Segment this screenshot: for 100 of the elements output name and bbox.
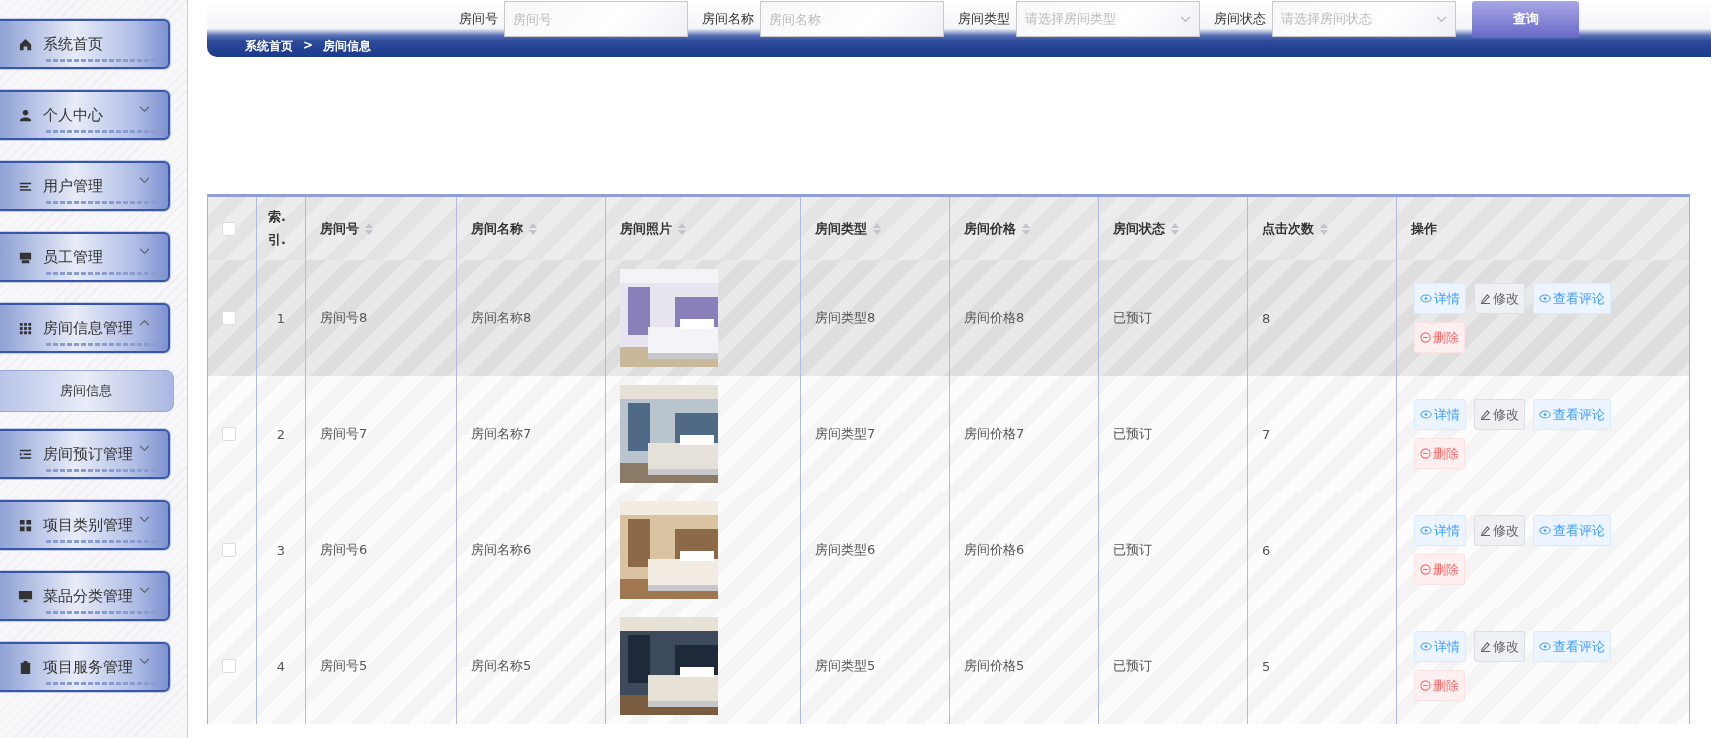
sidebar-menu-item[interactable]: 项目类别管理 — [0, 500, 170, 550]
table-cell: 8 — [1262, 310, 1271, 326]
minus-circle-icon — [1420, 564, 1431, 575]
table-cell: 房间号7 — [320, 425, 368, 443]
table-cell: 房间名称7 — [471, 425, 532, 443]
edit-button[interactable]: 修改 — [1474, 283, 1525, 314]
sort-icon[interactable] — [1320, 222, 1328, 235]
table-row[interactable]: 2 房间号7 房间名称7 房间类型7 房间价格7 已预订 7 详情 修改 查看评论 删除 — [208, 376, 1689, 492]
search-button[interactable]: 查询 — [1472, 0, 1579, 38]
eye-icon — [1539, 642, 1551, 651]
chevron-icon — [1436, 15, 1447, 23]
minus-circle-icon — [1420, 448, 1431, 459]
table-cell: 房间类型8 — [815, 309, 876, 327]
table-cell: 5 — [1262, 658, 1271, 674]
table-cell: 房间号6 — [320, 541, 368, 559]
chevron-icon — [139, 516, 150, 523]
table-cell: 已预订 — [1113, 657, 1152, 675]
sidebar-menu-item[interactable]: 用户管理 — [0, 161, 170, 211]
column-header: 房间照片 — [620, 219, 672, 238]
chevron-icon — [139, 445, 150, 452]
eye-icon — [1420, 642, 1432, 651]
input-field[interactable]: 房间名称 — [760, 1, 944, 37]
table-row[interactable]: 3 房间号6 房间名称6 房间类型6 房间价格6 已预订 6 详情 修改 查看评论 删除 — [208, 492, 1689, 608]
checkbox[interactable] — [222, 311, 236, 325]
column-header: 操作 — [1411, 219, 1437, 238]
sidebar-menu-item[interactable]: 房间信息管理 — [0, 303, 170, 353]
breadcrumb-separator: > — [303, 38, 314, 54]
sort-icon[interactable] — [873, 222, 881, 235]
input-field[interactable]: 房间号 — [504, 1, 688, 37]
chevron-icon — [139, 587, 150, 594]
table-cell: 已预订 — [1113, 425, 1152, 443]
sort-icon[interactable] — [529, 222, 537, 235]
checkbox[interactable] — [222, 543, 236, 557]
table-cell: 1 — [276, 310, 286, 326]
table-cell: 房间价格5 — [964, 657, 1025, 675]
chevron-icon — [139, 319, 150, 326]
grid-icon — [18, 320, 33, 336]
table-cell: 房间价格8 — [964, 309, 1025, 327]
chevron-icon — [139, 248, 150, 255]
edit-button[interactable]: 修改 — [1474, 399, 1525, 430]
column-header: 房间名称 — [471, 219, 523, 238]
breadcrumb-link[interactable]: 系统首页 — [245, 38, 293, 55]
sidebar-menu-item[interactable]: 项目服务管理 — [0, 642, 170, 692]
checkbox[interactable] — [222, 659, 236, 673]
pencil-icon — [1480, 525, 1491, 536]
column-header: 房间状态 — [1113, 219, 1165, 238]
checkbox[interactable] — [222, 427, 236, 441]
sort-icon[interactable] — [678, 222, 686, 235]
chevron-icon — [139, 106, 150, 113]
sidebar-menu-item[interactable]: 房间预订管理 — [0, 429, 170, 479]
eye-icon — [1539, 526, 1551, 535]
table-cell: 房间名称6 — [471, 541, 532, 559]
chevron-icon — [139, 658, 150, 665]
eye-icon — [1539, 410, 1551, 419]
eye-icon — [1420, 410, 1432, 419]
column-header: 点击次数 — [1262, 219, 1314, 238]
chevron-icon — [1180, 15, 1191, 23]
field-label: 房间号 — [459, 10, 498, 28]
sort-icon[interactable] — [1022, 222, 1030, 235]
sidebar-menu-item[interactable]: 员工管理 — [0, 232, 170, 282]
pencil-icon — [1480, 293, 1491, 304]
monitor-icon — [18, 588, 33, 604]
table-row[interactable]: 1 房间号8 房间名称8 房间类型8 房间价格8 已预订 8 详情 修改 查看评论 删除 — [208, 260, 1689, 376]
table-cell: 已预订 — [1113, 309, 1152, 327]
field-label: 房间名称 — [702, 10, 754, 28]
table-cell: 2 — [276, 426, 286, 442]
clipboard-icon — [18, 659, 33, 675]
table-cell: 6 — [1262, 542, 1271, 558]
table-cell: 3 — [276, 542, 286, 558]
minus-circle-icon — [1420, 332, 1431, 343]
table-cell: 4 — [276, 658, 286, 674]
eye-icon — [1420, 294, 1432, 303]
sort-icon[interactable] — [365, 222, 373, 235]
field-label: 房间类型 — [958, 10, 1010, 28]
table-cell: 房间名称8 — [471, 309, 532, 327]
eye-icon — [1420, 526, 1432, 535]
sidebar-menu-item[interactable]: 菜品分类管理 — [0, 571, 170, 621]
sort-icon[interactable] — [1171, 222, 1179, 235]
column-header: 房间类型 — [815, 219, 867, 238]
table-cell: 房间号8 — [320, 309, 368, 327]
table-cell: 房间价格7 — [964, 425, 1025, 443]
edit-button[interactable]: 修改 — [1474, 515, 1525, 546]
table-cell: 已预订 — [1113, 541, 1152, 559]
table-cell: 7 — [1262, 426, 1271, 442]
user-icon — [18, 107, 33, 123]
sidebar-menu-item[interactable]: 系统首页 — [0, 19, 170, 69]
table-row[interactable]: 4 房间号5 房间名称5 房间类型5 房间价格5 已预订 5 详情 修改 查看评论 删除 — [208, 608, 1689, 724]
sidebar-submenu-item[interactable]: 房间信息 — [0, 370, 174, 412]
sidebar-menu-item[interactable]: 个人中心 — [0, 90, 170, 140]
breadcrumb-link[interactable]: 房间信息 — [323, 38, 372, 55]
checkbox[interactable] — [222, 221, 236, 236]
home-icon — [18, 36, 33, 52]
table-cell: 房间类型6 — [815, 541, 876, 559]
edit-button[interactable]: 修改 — [1474, 631, 1525, 662]
field-label: 房间状态 — [1214, 10, 1266, 28]
table-cell: 房间价格6 — [964, 541, 1025, 559]
table-cell: 房间类型7 — [815, 425, 876, 443]
pencil-icon — [1480, 641, 1491, 652]
table-cell: 房间名称5 — [471, 657, 532, 675]
apps-icon — [18, 517, 33, 533]
